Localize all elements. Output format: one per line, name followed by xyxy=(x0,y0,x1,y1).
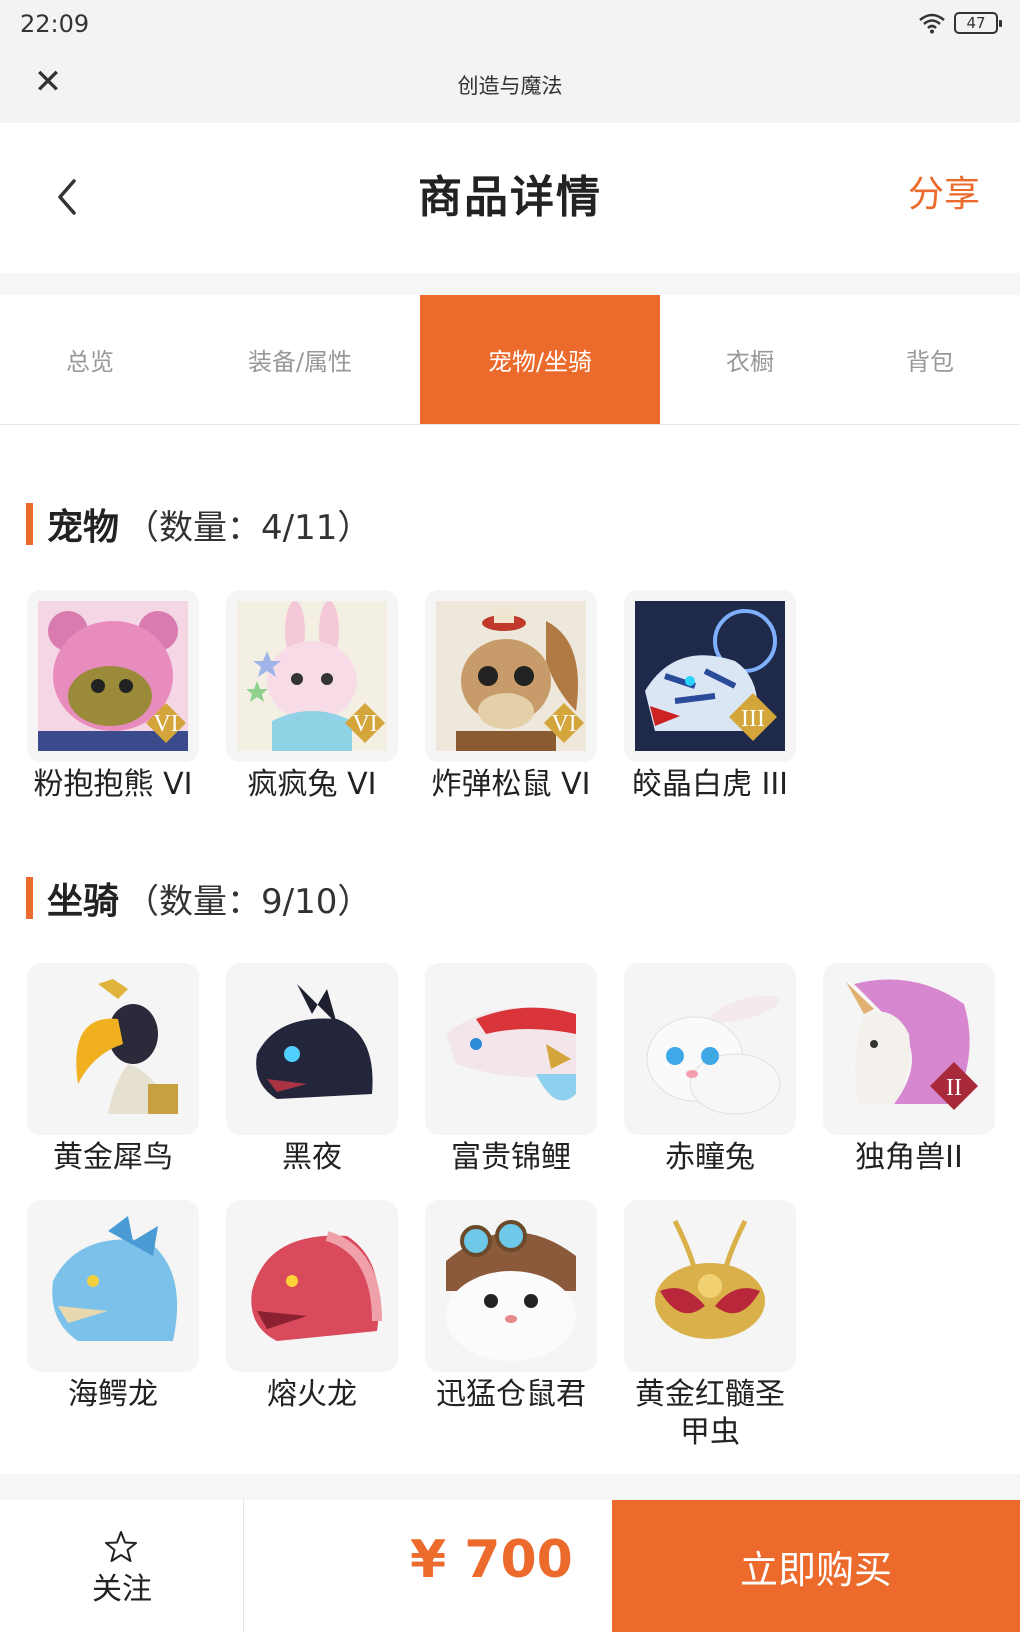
svg-text:VI: VI xyxy=(551,711,576,737)
page-title: 商品详情 xyxy=(418,172,602,223)
tab-overview[interactable]: 总览 xyxy=(0,295,180,424)
item-name: 黑夜 xyxy=(282,1140,342,1175)
mount-item[interactable]: 黄金红髓圣甲虫 xyxy=(624,1200,796,1452)
section-count: （数量：9/10） xyxy=(125,881,372,922)
svg-text:VI: VI xyxy=(153,711,178,737)
golden-scarab-icon xyxy=(635,1211,785,1361)
pets-section-header: 宠物 （数量：4/11） xyxy=(26,498,371,550)
hamster-icon xyxy=(436,1211,586,1361)
section-accent-bar xyxy=(26,877,33,919)
section-title: 宠物 xyxy=(47,507,120,548)
divider-band xyxy=(0,273,1020,295)
section-title: 坐骑 xyxy=(47,881,120,922)
pink-bear-icon: VI xyxy=(38,601,188,751)
item-name: 皎晶白虎 III xyxy=(631,767,789,802)
bomb-squirrel-icon: VI xyxy=(436,601,586,751)
mount-item[interactable]: 富贵锦鲤 xyxy=(425,963,597,1177)
mount-item[interactable]: 熔火龙 xyxy=(226,1200,398,1414)
mount-item[interactable]: 黑夜 xyxy=(226,963,398,1177)
item-name: 独角兽II xyxy=(855,1140,963,1175)
divider-band xyxy=(0,1474,1020,1500)
app-title: 创造与魔法 xyxy=(457,74,563,98)
mount-item[interactable]: II 独角兽II xyxy=(823,963,995,1177)
share-button[interactable]: 分享 xyxy=(908,165,980,217)
item-name: 海鳄龙 xyxy=(68,1377,158,1412)
item-name: 炸弹松鼠 VI xyxy=(431,767,591,802)
wifi-icon xyxy=(919,13,945,34)
bottom-action-bar: 关注 ¥ 700 立即购买 xyxy=(0,1500,1020,1632)
item-name: 熔火龙 xyxy=(267,1377,357,1412)
item-name: 赤瞳兔 xyxy=(665,1140,755,1175)
tab-bar: 总览 装备/属性 宠物/坐骑 衣橱 背包 xyxy=(0,295,1020,425)
item-name: 黄金犀鸟 xyxy=(53,1140,173,1175)
lava-dragon-icon xyxy=(237,1211,387,1361)
tab-equipment[interactable]: 装备/属性 xyxy=(180,295,420,424)
item-name: 疯疯兔 VI xyxy=(247,767,377,802)
white-tiger-icon: III xyxy=(635,601,785,751)
koi-fish-icon xyxy=(436,974,586,1124)
svg-text:VI: VI xyxy=(352,711,377,737)
black-night-dragon-icon xyxy=(237,974,387,1124)
pet-item[interactable]: VI 疯疯兔 VI xyxy=(226,590,398,804)
item-name: 富贵锦鲤 xyxy=(451,1140,571,1175)
item-name: 粉抱抱熊 VI xyxy=(33,767,193,802)
mount-item[interactable]: 迅猛仓鼠君 xyxy=(425,1200,597,1414)
battery-icon: 47 xyxy=(954,12,1002,34)
tab-backpack[interactable]: 背包 xyxy=(840,295,1020,424)
section-count: （数量：4/11） xyxy=(125,507,372,548)
status-indicators: 47 xyxy=(918,12,1002,34)
pet-item[interactable]: VI 炸弹松鼠 VI xyxy=(425,590,597,804)
pet-item[interactable]: III 皎晶白虎 III xyxy=(624,590,796,804)
app-top-bar: 22:09 47 ✕ 创造与魔法 xyxy=(0,0,1020,123)
page-header: 商品详情 分享 xyxy=(0,123,1020,273)
tab-pets-mounts[interactable]: 宠物/坐骑 xyxy=(420,295,660,424)
item-name: 迅猛仓鼠君 xyxy=(436,1377,586,1412)
pet-item[interactable]: VI 粉抱抱熊 VI xyxy=(27,590,199,804)
crazy-rabbit-icon: VI xyxy=(237,601,387,751)
status-time: 22:09 xyxy=(20,10,90,38)
tab-wardrobe[interactable]: 衣橱 xyxy=(660,295,840,424)
follow-button[interactable]: 关注 xyxy=(0,1500,244,1632)
unicorn-icon: II xyxy=(834,974,984,1124)
price: ¥ 700 xyxy=(410,1530,573,1590)
golden-hornbill-icon xyxy=(38,974,188,1124)
svg-text:II: II xyxy=(946,1075,962,1101)
buy-now-button[interactable]: 立即购买 xyxy=(612,1500,1020,1632)
svg-text:III: III xyxy=(741,706,765,732)
mount-item[interactable]: 黄金犀鸟 xyxy=(27,963,199,1177)
white-rabbit-icon xyxy=(635,974,785,1124)
item-name: 黄金红髓圣甲虫 xyxy=(635,1377,785,1450)
mounts-section-header: 坐骑 （数量：9/10） xyxy=(26,872,371,924)
follow-label: 关注 xyxy=(92,1572,152,1607)
mount-item[interactable]: 海鳄龙 xyxy=(27,1200,199,1414)
star-icon xyxy=(105,1531,137,1562)
sea-dragon-icon xyxy=(38,1211,188,1361)
mount-item[interactable]: 赤瞳兔 xyxy=(624,963,796,1177)
section-accent-bar xyxy=(26,503,33,545)
